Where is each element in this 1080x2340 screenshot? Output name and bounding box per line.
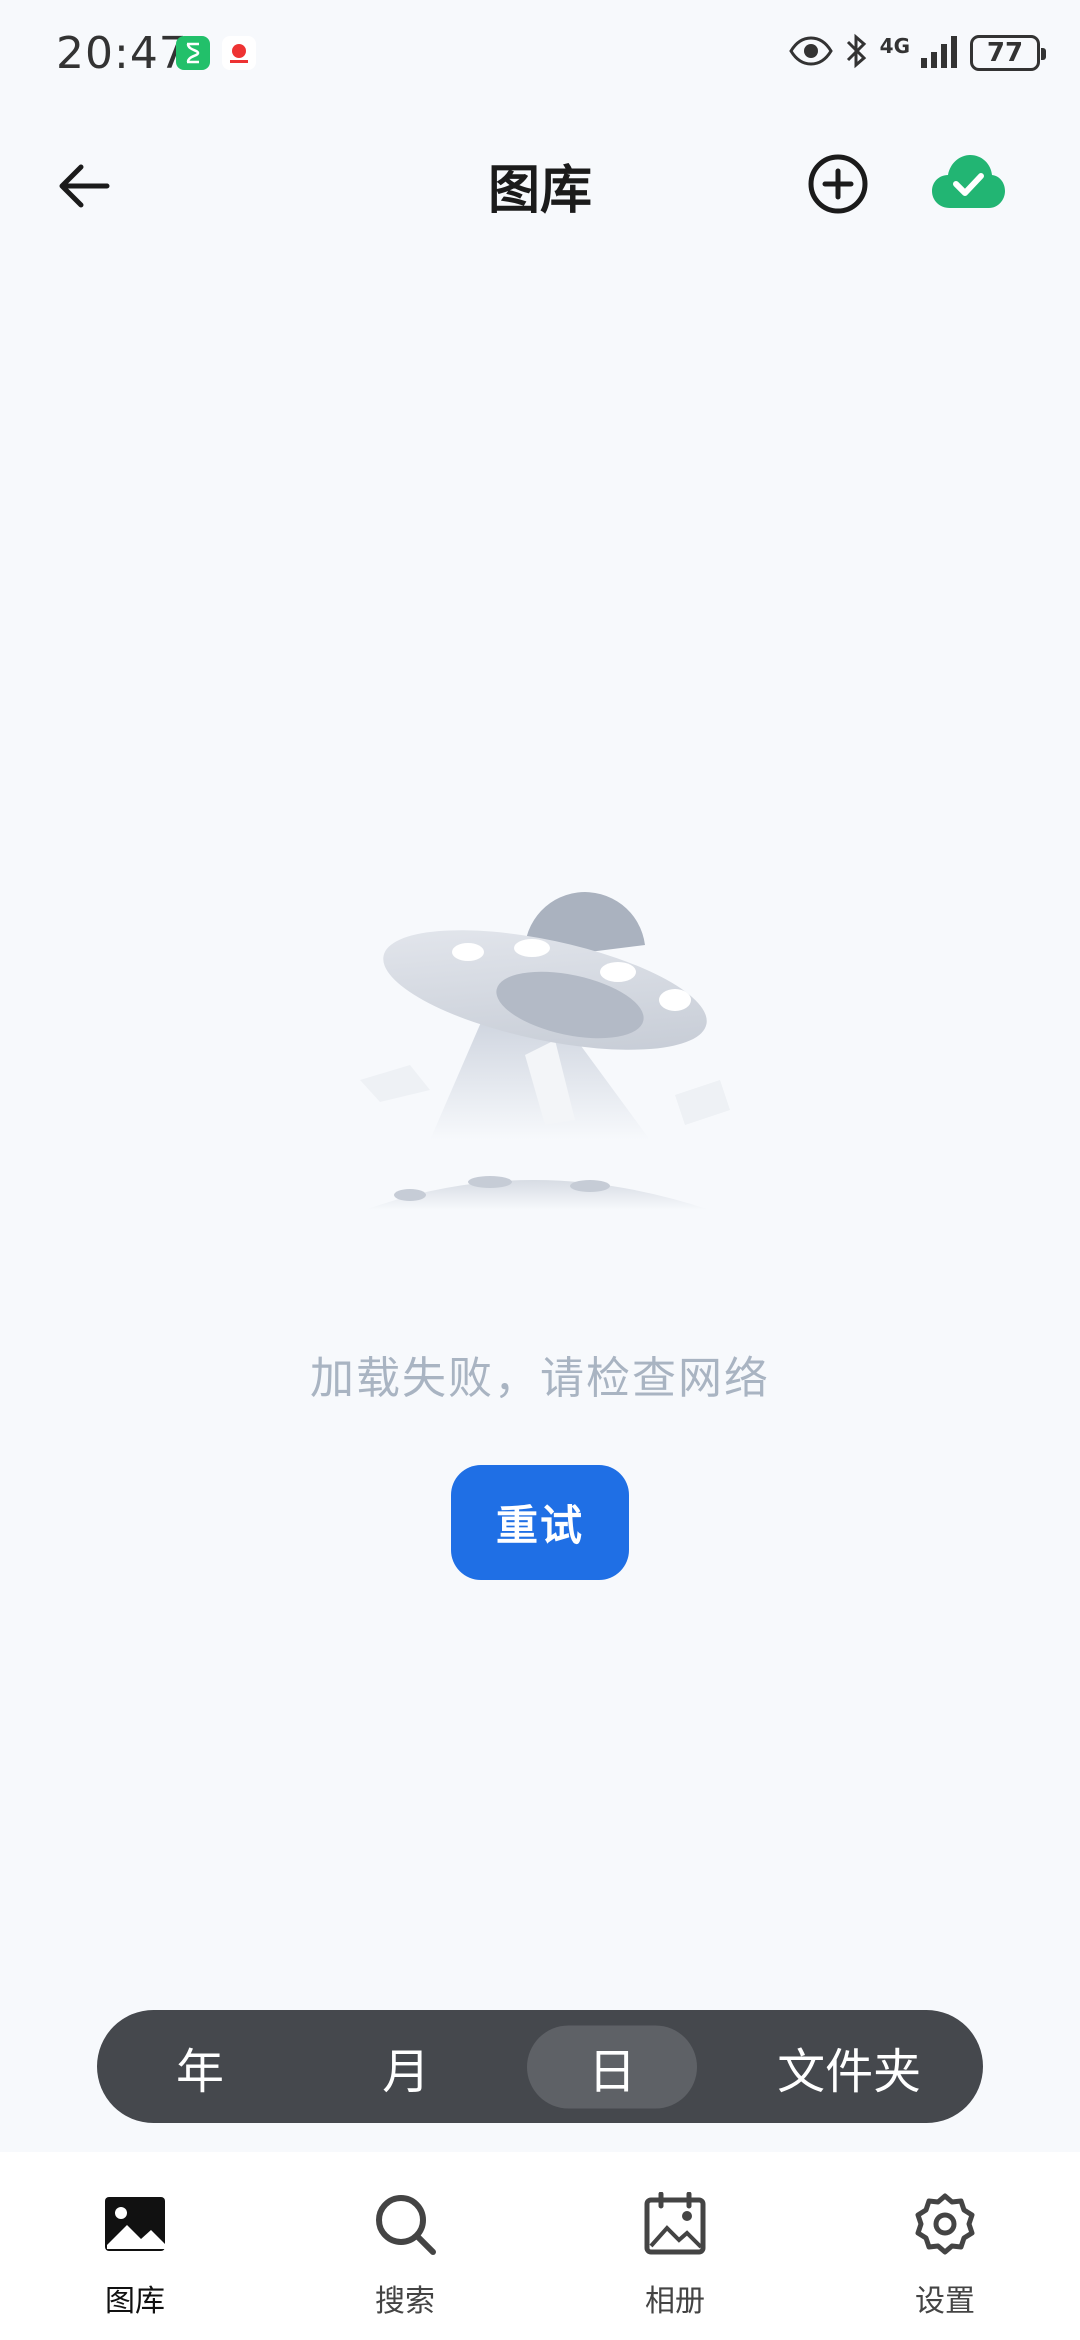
battery-level: 77 [986, 38, 1024, 68]
nav-label-album: 相册 [645, 2284, 705, 2319]
nav-label-settings: 设置 [915, 2284, 975, 2319]
nav-item-settings[interactable]: 设置 [810, 2152, 1080, 2340]
segment-month[interactable]: 月 [303, 2010, 509, 2123]
huawei-app-icon [222, 36, 256, 70]
segment-month-label: 月 [382, 2043, 431, 2100]
segment-year-label: 年 [176, 2043, 225, 2100]
view-switcher: 年 月 日 文件夹 [97, 2010, 983, 2123]
signal-icon [920, 34, 960, 72]
error-message: 加载失败，请检查网络 [310, 1353, 770, 1404]
cloud-sync-button[interactable] [922, 142, 1014, 222]
segment-day[interactable]: 日 [509, 2010, 715, 2123]
settings-icon [911, 2190, 979, 2258]
add-button[interactable] [800, 146, 876, 222]
segment-year[interactable]: 年 [97, 2010, 303, 2123]
top-app-bar: 图库 [0, 120, 1080, 250]
nav-item-gallery[interactable]: 图库 [0, 2152, 270, 2340]
cloud-check-icon [932, 155, 1005, 208]
status-icons: 4G 77 [788, 28, 1046, 78]
bluetooth-icon [844, 32, 870, 74]
retry-button[interactable]: 重试 [451, 1465, 629, 1580]
search-icon [371, 2190, 439, 2258]
ufo-illustration [360, 892, 730, 1210]
page-title: 图库 [487, 161, 592, 221]
nav-item-search[interactable]: 搜索 [270, 2152, 540, 2340]
battery-indicator: 77 [970, 35, 1046, 71]
segment-folder-label: 文件夹 [777, 2043, 922, 2100]
bottom-nav: 图库 搜索 相册 设置 [0, 2152, 1080, 2340]
eye-icon [788, 35, 834, 71]
album-icon [641, 2190, 709, 2258]
status-time: 20:47 [56, 28, 188, 79]
gallery-icon [101, 2190, 169, 2258]
network-type-label: 4G [879, 34, 910, 58]
status-bar: 20:47 4G 77 [0, 0, 1080, 110]
plus-circle-icon [808, 154, 868, 214]
segment-day-label: 日 [588, 2043, 637, 2100]
nav-label-search: 搜索 [375, 2284, 435, 2319]
nav-item-album[interactable]: 相册 [540, 2152, 810, 2340]
timer-app-icon [176, 36, 210, 70]
nav-label-gallery: 图库 [105, 2284, 165, 2319]
segment-folder[interactable]: 文件夹 [715, 2010, 983, 2123]
